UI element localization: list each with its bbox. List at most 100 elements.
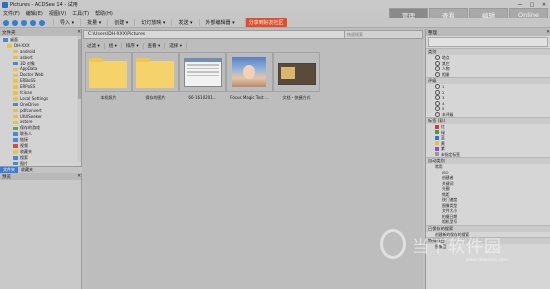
organize-section-header[interactable]: 评级: [426, 77, 550, 84]
organize-item-label: 未评级: [442, 111, 454, 117]
file-thumbnail[interactable]: [226, 52, 273, 92]
folder-icon: [13, 144, 18, 148]
folder-icon: [13, 91, 18, 95]
folder-icon: [13, 97, 18, 101]
preview-pane-header: 预览 ✕: [0, 173, 81, 180]
folder-icon: [7, 44, 12, 48]
folder-icon: [13, 55, 18, 60]
close-pane-icon[interactable]: ✕: [77, 30, 81, 35]
watermark-url: www.downxia.com: [466, 258, 508, 263]
file-thumbnail[interactable]: [85, 52, 132, 92]
file-thumbnail[interactable]: [179, 52, 226, 92]
screenshot-image: [184, 58, 222, 87]
folder-icon: [13, 114, 18, 119]
folder-icon: [13, 138, 18, 142]
organize-pane-header: 整理 ✕: [426, 29, 550, 36]
menu-edit[interactable]: 编辑(E): [23, 10, 46, 17]
file-thumbnail[interactable]: [132, 52, 179, 92]
folder-icon: [136, 58, 174, 88]
file-item[interactable]: Focus Magic Test ...: [226, 52, 273, 106]
photo-image: [232, 57, 266, 87]
filter-button[interactable]: 过滤 ▾: [83, 42, 105, 49]
organize-section-header[interactable]: 类别: [426, 48, 550, 55]
organize-sections: 类别 地点 其它 人物 相册 评级 1 2 3 4 5 未评级 标签 (彩) 红绿蓝黄紫未指定标签 自动类别…: [426, 48, 550, 250]
file-caption: 文档 - 快捷方式: [282, 95, 311, 100]
view-button[interactable]: 查看 ▾: [144, 42, 166, 49]
radio-icon[interactable]: [435, 60, 440, 66]
maximize-button[interactable]: □: [526, 2, 538, 8]
folder-icon: [13, 73, 18, 78]
organize-search-input[interactable]: [428, 37, 548, 47]
color-label-icon: [435, 130, 439, 135]
forward-icon[interactable]: [12, 19, 18, 26]
radio-icon[interactable]: [435, 95, 440, 101]
sort-button[interactable]: 排序 ▾: [122, 42, 144, 49]
external-editor-button[interactable]: 外部编辑器 ▾: [198, 19, 241, 26]
file-item[interactable]: 66-1610201...: [179, 52, 226, 106]
left-pane-tabs: 文件夹 收藏夹: [0, 166, 82, 173]
organize-section-header[interactable]: 自动类别: [426, 157, 550, 164]
menu-view[interactable]: 视图(V): [46, 10, 69, 17]
color-label-icon: [435, 135, 439, 140]
file-thumbnail[interactable]: [273, 52, 320, 92]
select-button[interactable]: 选择 ▾: [165, 42, 188, 49]
menu-help[interactable]: 帮助(H): [92, 10, 116, 17]
organize-section-header[interactable]: 标签 (彩): [426, 117, 550, 124]
radio-icon[interactable]: [435, 84, 440, 90]
file-grid: 本机照片 保存的图片 66-1610201... Focus Magic Tes…: [85, 52, 422, 106]
file-caption: 保存的图片: [145, 95, 166, 100]
toolbar: 导入 ▾ 批量 ▾ 创建 ▾ 幻灯放映 ▾ 发送 ▾ 外部编辑器 ▾ 分享到好友…: [0, 18, 550, 28]
folder-icon: [89, 58, 127, 88]
file-item[interactable]: 本机照片: [85, 52, 132, 106]
file-caption: 66-1610201...: [188, 95, 217, 100]
minimize-button[interactable]: —: [514, 2, 526, 8]
file-caption: Focus Magic Test ...: [230, 95, 269, 100]
watermark: 当下软件园: [380, 224, 550, 264]
preview-pane-title: 预览: [2, 174, 11, 180]
up-folder-icon[interactable]: [21, 19, 27, 26]
share-button[interactable]: 分享到好友社区: [244, 18, 287, 27]
folder-icon: [13, 61, 18, 66]
folder-icon: [13, 102, 18, 107]
close-organize-icon[interactable]: ✕: [546, 30, 550, 35]
radio-icon[interactable]: [435, 66, 440, 72]
home-icon[interactable]: [39, 19, 45, 26]
radio-icon[interactable]: [435, 89, 440, 95]
back-icon[interactable]: [3, 19, 9, 26]
file-caption: 本机照片: [100, 95, 117, 100]
color-label-icon: [435, 152, 439, 157]
close-preview-icon[interactable]: ✕: [77, 174, 81, 179]
watermark-logo-icon: [380, 229, 406, 259]
scrollbar-thumb[interactable]: [77, 39, 81, 99]
create-button[interactable]: 创建 ▾: [107, 19, 134, 26]
quick-search-input[interactable]: 快速搜索: [344, 30, 423, 39]
close-button[interactable]: ✕: [538, 2, 550, 8]
slideshow-button[interactable]: 幻灯放映 ▾: [134, 19, 171, 26]
file-item[interactable]: 保存的图片: [132, 52, 179, 106]
folder-icon: [13, 49, 18, 54]
radio-icon[interactable]: [435, 55, 440, 61]
menu-file[interactable]: 文件(F): [0, 10, 23, 17]
menu-tools[interactable]: 工具(T): [69, 10, 92, 17]
refresh-icon[interactable]: [30, 19, 36, 26]
shortcut-image: [278, 63, 316, 85]
folder-icon: [13, 161, 18, 166]
color-label-icon: [435, 124, 439, 129]
folder-icon: [13, 132, 18, 136]
send-button[interactable]: 发送 ▾: [171, 19, 198, 26]
folder-icon: [13, 79, 18, 83]
radio-icon[interactable]: [435, 111, 440, 117]
radio-icon[interactable]: [435, 100, 440, 106]
radio-icon[interactable]: [435, 106, 440, 112]
file-item[interactable]: 文档 - 快捷方式: [273, 52, 320, 106]
organize-item-label: 未指定标签: [441, 151, 460, 157]
color-label-icon: [435, 146, 439, 151]
folder-icon: [13, 67, 18, 72]
folder-icon: [3, 38, 8, 42]
batch-button[interactable]: 批量 ▾: [80, 19, 107, 26]
folder-tree-scrollbar[interactable]: [77, 36, 81, 162]
group-button[interactable]: 组 ▾: [105, 42, 122, 49]
import-button[interactable]: 导入 ▾: [53, 19, 80, 26]
radio-icon[interactable]: [435, 71, 440, 77]
folder-icon: [13, 156, 18, 160]
